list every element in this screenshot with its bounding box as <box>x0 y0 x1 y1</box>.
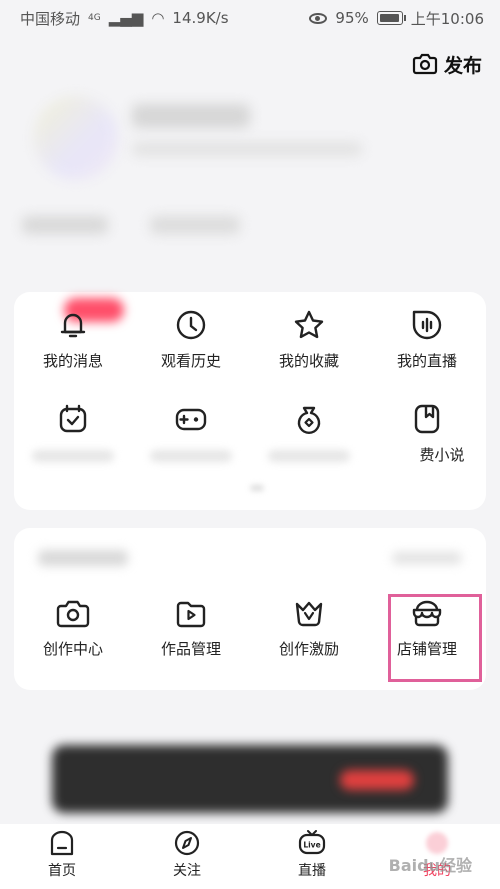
stat-blurred <box>150 216 240 234</box>
grid-item-label: 费小说 <box>419 446 465 464</box>
star-icon <box>294 310 324 339</box>
status-bar: 中国移动 4G ▂▄▆ ◠ 14.9K/s 95% 上午10:06 <box>0 0 500 36</box>
tab-label: 关注 <box>173 863 201 879</box>
grid-item-wallet[interactable] <box>250 402 368 462</box>
tab-live[interactable]: Live 直播 <box>272 830 352 880</box>
promo-banner-button-blurred[interactable] <box>340 770 414 790</box>
battery-percent: 95% <box>335 9 369 27</box>
grid-item-history[interactable]: 观看历史 <box>132 308 250 371</box>
grid-item-label: 创作中心 <box>42 640 103 658</box>
grid-item-label: 我的收藏 <box>278 352 339 370</box>
carrier-label: 中国移动 <box>20 9 81 28</box>
grid-item-label: 创作激励 <box>278 640 339 658</box>
grid-item-label: 观看历史 <box>160 352 221 370</box>
speed-label: 14.9K/s <box>172 9 229 27</box>
eye-icon <box>309 12 328 24</box>
grid-item-label-blurred <box>268 450 350 462</box>
camera-icon <box>56 600 90 628</box>
tab-home[interactable]: 首页 <box>22 830 102 880</box>
book-icon <box>414 404 440 434</box>
grid-item-label-blurred <box>150 450 232 462</box>
clock-time: 上午10:06 <box>410 9 484 28</box>
network-label: 4G <box>88 13 101 23</box>
grid-item-checkin[interactable] <box>14 402 132 462</box>
grid-item-label-blurred <box>32 450 114 462</box>
grid-item-creator-incentive[interactable]: 创作激励 <box>250 598 368 659</box>
signal-icon: ▂▄▆ <box>108 9 144 27</box>
highlight-box <box>388 594 482 682</box>
grid-item-label: 我的直播 <box>396 352 457 370</box>
clock-icon <box>176 310 206 340</box>
profile-subtitle-blurred <box>132 142 362 156</box>
tab-label: 直播 <box>298 863 326 879</box>
username-blurred <box>132 104 250 128</box>
grid-item-messages[interactable]: 我的消息 <box>14 308 132 371</box>
calendar-check-icon <box>59 404 87 433</box>
wifi-icon: ◠ <box>151 9 165 27</box>
creator-section-title-blurred <box>38 550 128 566</box>
bell-icon <box>60 313 86 338</box>
grid-item-favorites[interactable]: 我的收藏 <box>250 308 368 371</box>
home-icon <box>50 830 74 856</box>
tab-following[interactable]: 关注 <box>147 830 227 880</box>
tab-label: 首页 <box>48 863 76 879</box>
creator-section-more-blurred[interactable] <box>392 552 462 564</box>
battery-icon <box>376 11 406 25</box>
page-indicator <box>250 485 264 491</box>
gamepad-icon <box>175 408 207 431</box>
camera-icon <box>412 53 438 75</box>
crown-icon <box>295 601 323 627</box>
compass-icon <box>174 830 200 856</box>
grid-item-label: 我的消息 <box>42 352 103 370</box>
publish-button[interactable]: 发布 <box>412 50 482 78</box>
watermark: Baidu经验 <box>388 856 472 875</box>
avatar[interactable] <box>34 96 118 180</box>
stat-blurred <box>22 216 108 234</box>
live-icon <box>412 310 442 340</box>
grid-item-label: 作品管理 <box>160 640 221 658</box>
publish-label: 发布 <box>443 54 482 77</box>
grid-item-creator-center[interactable]: 创作中心 <box>14 598 132 659</box>
grid-item-my-live[interactable]: 我的直播 <box>368 308 486 371</box>
money-bag-icon <box>297 406 321 434</box>
grid-item-works-management[interactable]: 作品管理 <box>132 598 250 659</box>
svg-text:Live: Live <box>303 841 320 850</box>
function-card: 我的消息 观看历史 我的收藏 我的直播 费小说 <box>14 292 486 510</box>
grid-item-games[interactable] <box>132 402 250 462</box>
video-folder-icon <box>176 601 206 628</box>
live-tv-icon: Live <box>298 830 326 855</box>
grid-item-novels[interactable]: 费小说 <box>368 402 486 465</box>
